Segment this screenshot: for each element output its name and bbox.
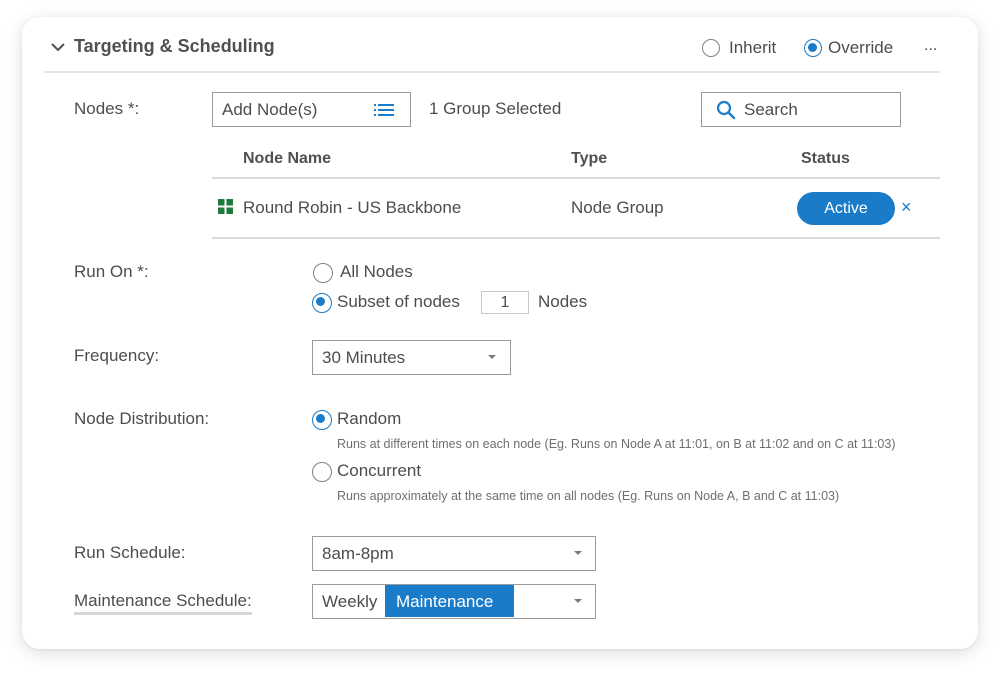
- run-schedule-value: 8am-8pm: [322, 544, 394, 563]
- concurrent-hint: Runs approximately at the same time on a…: [337, 489, 840, 503]
- random-hint: Runs at different times on each node (Eg…: [337, 437, 896, 451]
- frequency-select[interactable]: 30 Minutes: [312, 340, 511, 375]
- section-title: Targeting & Scheduling: [74, 36, 275, 56]
- more-options-button[interactable]: ...: [924, 37, 937, 55]
- node-distribution-label: Node Distribution:: [74, 409, 210, 428]
- chevron-down-icon[interactable]: [50, 39, 66, 55]
- override-radio[interactable]: [804, 39, 822, 57]
- node-name-cell: Round Robin - US Backbone: [243, 198, 462, 217]
- targeting-scheduling-card: Targeting & Scheduling Inherit Override …: [22, 17, 978, 649]
- subset-count-value: 1: [500, 294, 510, 311]
- dropdown-caret-icon: [574, 599, 582, 603]
- inherit-label: Inherit: [729, 38, 777, 57]
- maintenance-schedule-input[interactable]: Weekly Maintenance: [312, 584, 596, 619]
- random-label: Random: [337, 409, 402, 428]
- node-group-icon: [218, 199, 233, 214]
- node-type-cell: Node Group: [571, 198, 664, 217]
- add-nodes-button[interactable]: Add Node(s): [212, 92, 411, 127]
- remove-node-button[interactable]: ×: [901, 197, 912, 218]
- table-header-divider: [212, 177, 940, 179]
- frequency-value: 30 Minutes: [322, 348, 406, 367]
- subset-nodes-radio[interactable]: [312, 293, 332, 313]
- frequency-label: Frequency:: [74, 346, 160, 365]
- all-nodes-radio[interactable]: [313, 263, 333, 283]
- concurrent-label: Concurrent: [337, 461, 422, 480]
- maintenance-typed-text: Weekly: [322, 592, 378, 611]
- subset-nodes-label: Subset of nodes: [337, 292, 460, 311]
- search-input[interactable]: Search: [701, 92, 901, 127]
- concurrent-radio[interactable]: [312, 462, 332, 482]
- inherit-radio[interactable]: [702, 39, 720, 57]
- column-header-status[interactable]: Status: [801, 150, 850, 168]
- all-nodes-label: All Nodes: [340, 262, 413, 281]
- run-schedule-label: Run Schedule:: [74, 543, 186, 562]
- add-nodes-label: Add Node(s): [222, 100, 318, 119]
- column-header-type[interactable]: Type: [571, 150, 607, 168]
- dropdown-caret-icon: [574, 551, 582, 555]
- search-icon: [716, 100, 736, 120]
- nodes-label: Nodes *:: [74, 99, 140, 118]
- maintenance-highlighted-text: Maintenance: [396, 592, 494, 611]
- maintenance-schedule-label: Maintenance Schedule:: [74, 591, 252, 615]
- override-label: Override: [828, 38, 894, 57]
- column-header-node-name[interactable]: Node Name: [243, 150, 331, 168]
- run-on-label: Run On *:: [74, 262, 149, 281]
- run-schedule-select[interactable]: 8am-8pm: [312, 536, 596, 571]
- random-radio[interactable]: [312, 410, 332, 430]
- search-placeholder: Search: [744, 100, 798, 119]
- selection-summary: 1 Group Selected: [429, 99, 562, 118]
- subset-count-input[interactable]: 1: [481, 291, 529, 314]
- subset-suffix: Nodes: [538, 292, 588, 311]
- dropdown-caret-icon: [488, 355, 496, 359]
- list-icon: [374, 104, 394, 116]
- status-badge: Active: [797, 192, 895, 225]
- table-bottom-divider: [212, 237, 940, 239]
